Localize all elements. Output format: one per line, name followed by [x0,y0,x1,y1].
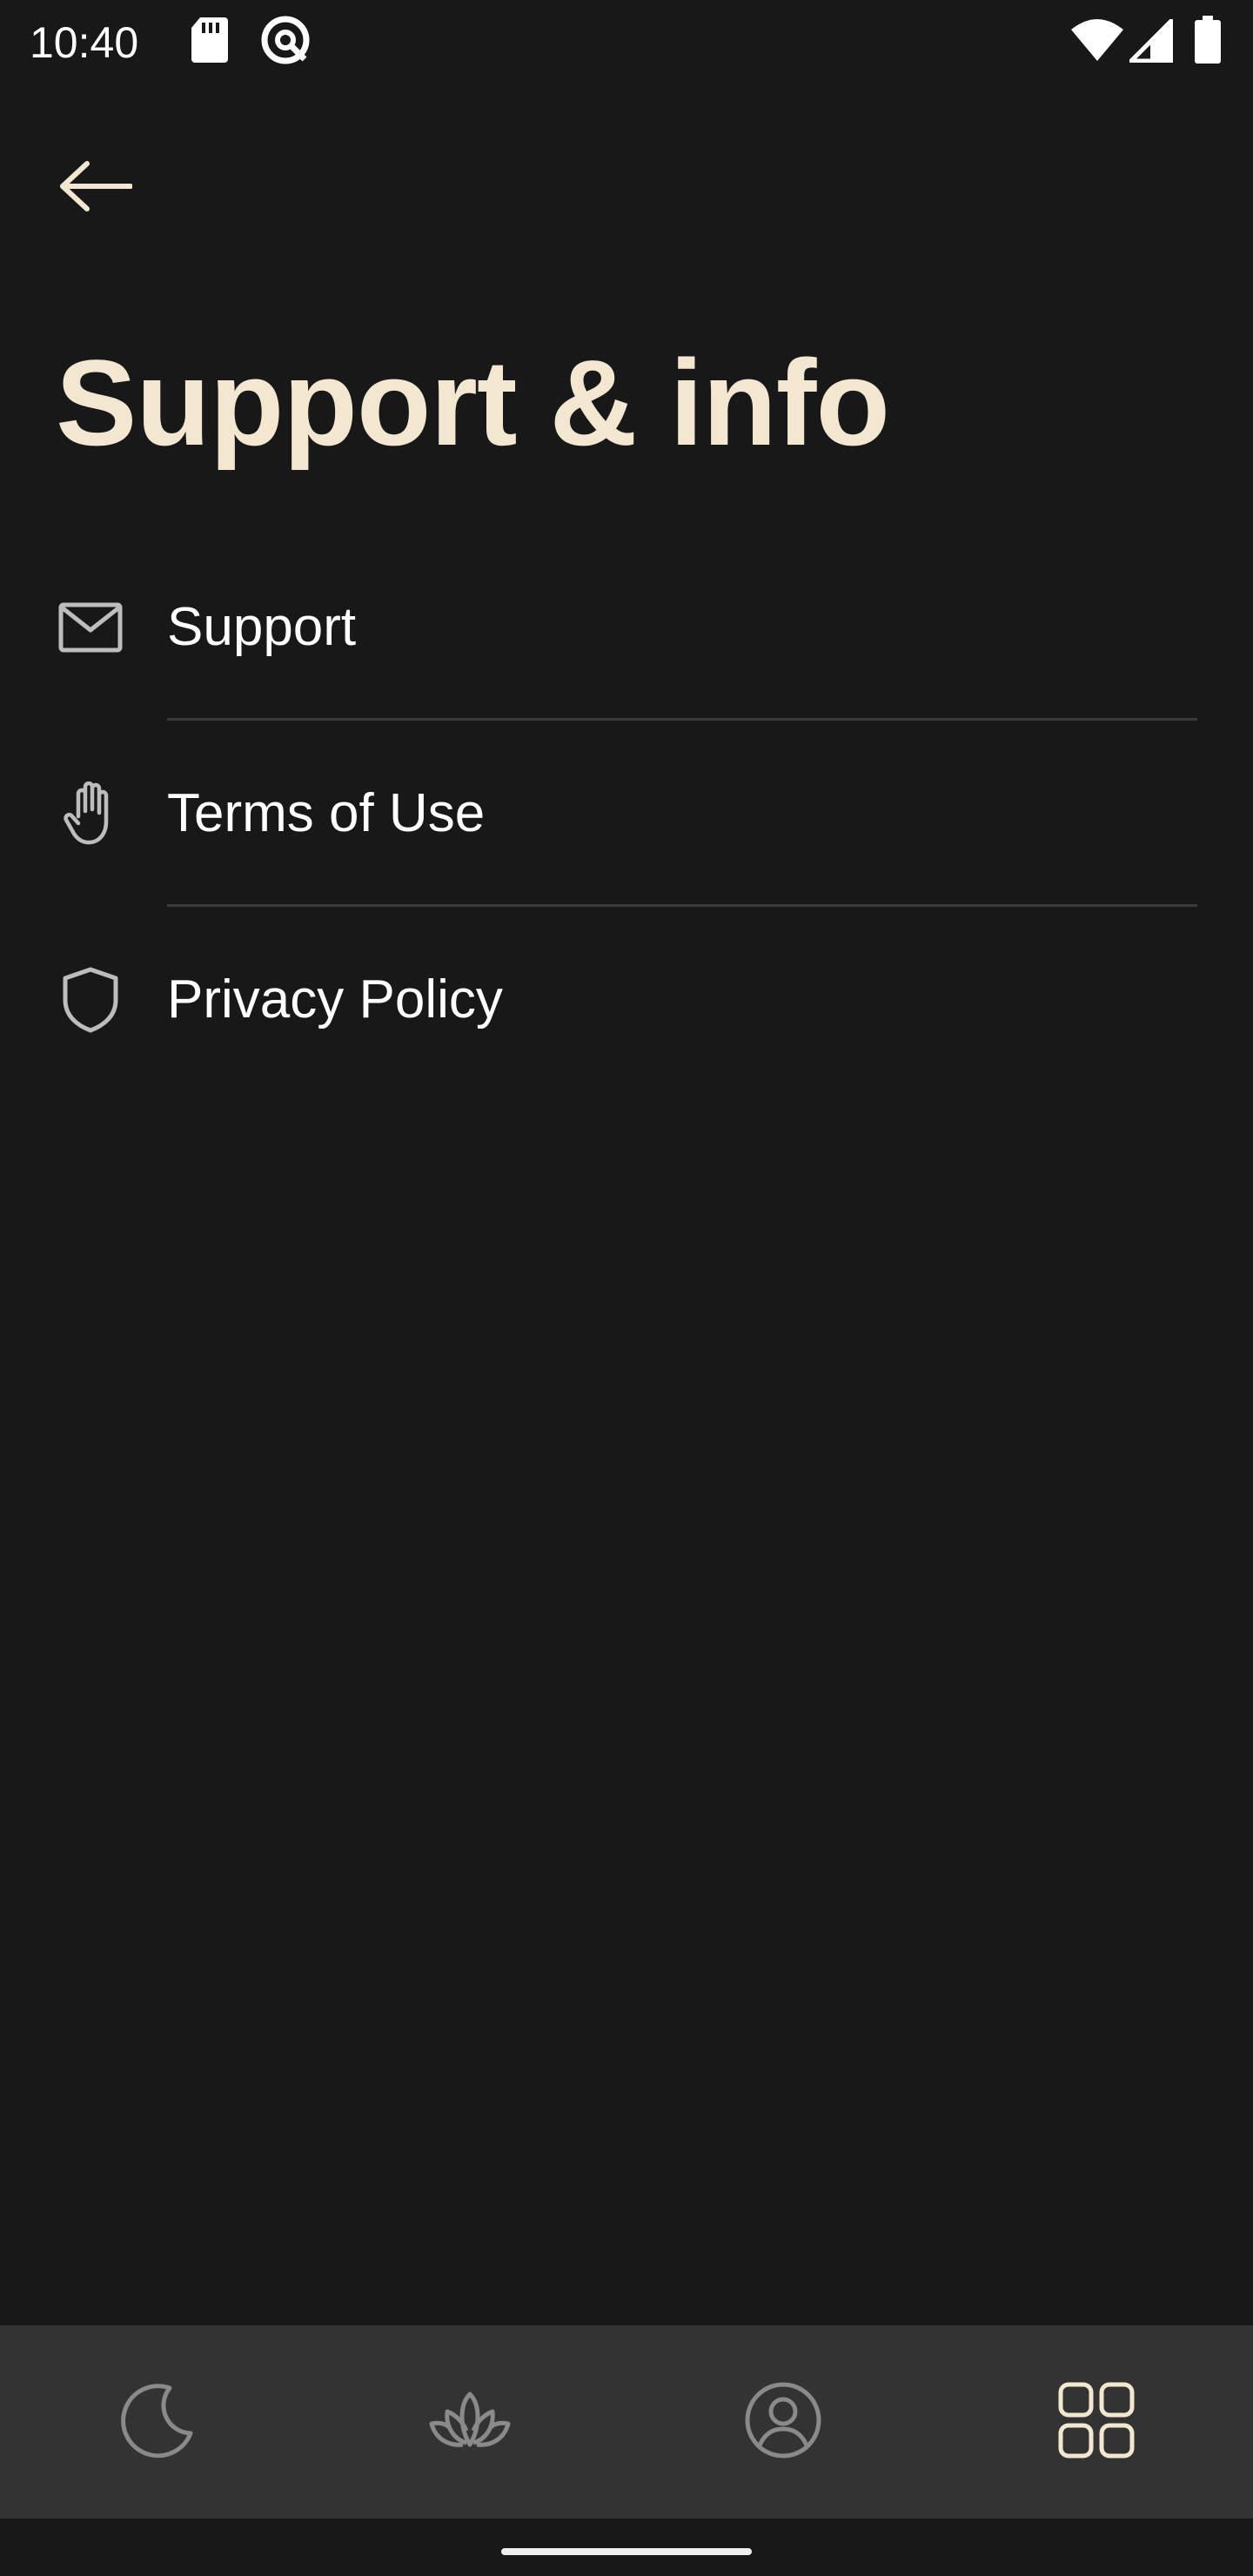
home-indicator[interactable] [501,2548,752,2555]
back-button[interactable] [45,138,146,238]
status-bar: 10:40 [0,0,1253,84]
battery-icon [1194,16,1222,69]
lotus-icon [428,2389,512,2456]
menu-item-label: Terms of Use [167,783,486,843]
wifi-icon [1070,19,1124,67]
grid-icon [1058,2382,1135,2463]
menu-item-support[interactable]: Support [0,534,1253,721]
status-time: 10:40 [30,18,139,67]
tab-more[interactable] [940,2325,1253,2519]
mail-icon [56,593,125,662]
menu-item-terms-of-use[interactable]: Terms of Use [0,721,1253,907]
moon-icon [117,2381,196,2464]
menu-item-label: Support [167,597,357,657]
shield-icon [56,965,125,1035]
tab-sleep[interactable] [0,2325,313,2519]
arrow-left-icon [59,160,133,217]
menu-list: Support Terms of Use Privacy Policy [0,534,1253,1093]
menu-item-label: Privacy Policy [167,969,503,1030]
tab-profile[interactable] [626,2325,940,2519]
tab-meditate[interactable] [313,2325,626,2519]
cell-signal-icon [1125,15,1174,67]
bottom-navigation [0,2325,1253,2519]
page-title: Support & info [56,334,890,471]
focus-mode-icon [259,14,312,70]
menu-item-privacy-policy[interactable]: Privacy Policy [0,907,1253,1093]
hand-icon [56,779,125,849]
sd-card-icon [190,16,230,69]
profile-icon [744,2381,822,2464]
